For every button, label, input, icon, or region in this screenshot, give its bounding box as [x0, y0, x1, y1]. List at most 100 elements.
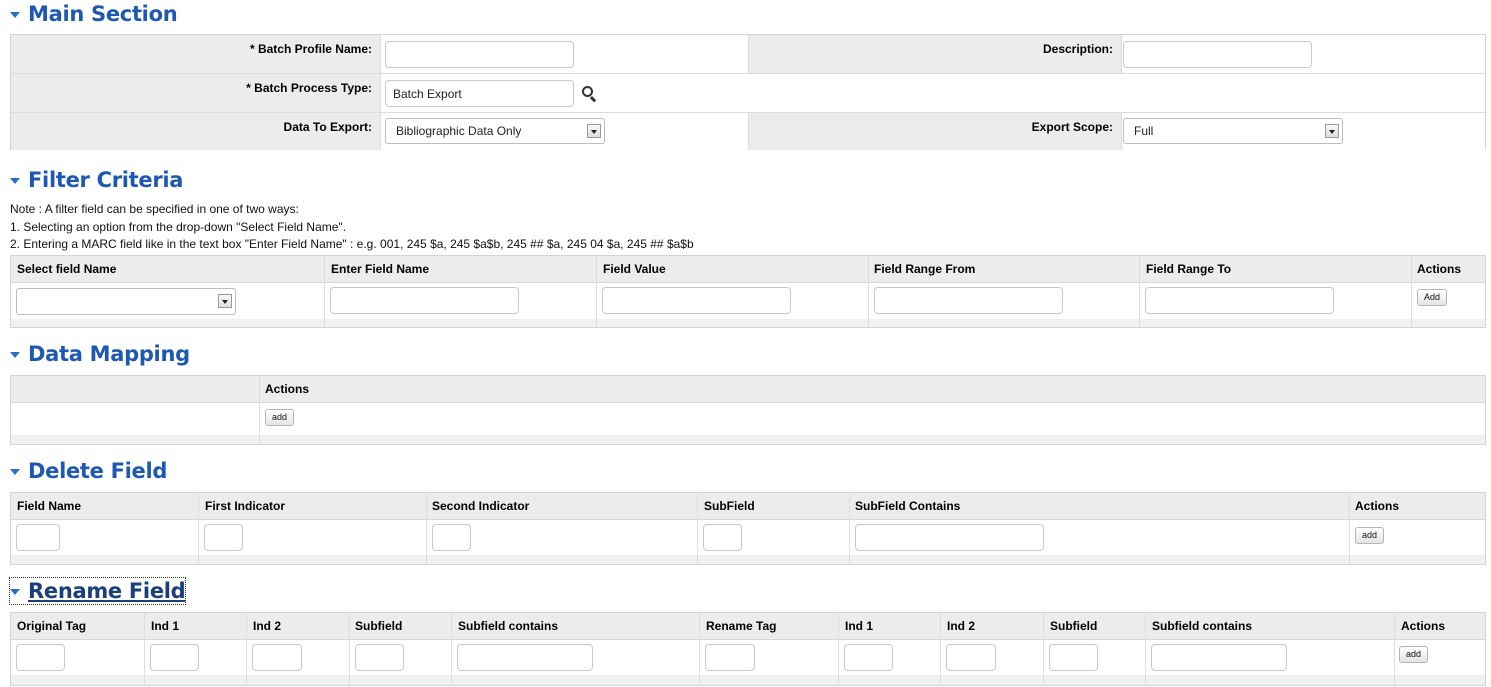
table-header: Field Name First Indicator Second Indica…	[11, 493, 1485, 520]
column-header: Field Value	[603, 262, 666, 276]
batch-process-type-input[interactable]	[385, 80, 574, 107]
filter-note-line: Note : A filter field can be specified i…	[10, 202, 299, 216]
description-input[interactable]	[1123, 41, 1312, 68]
filter-note-line: 2. Entering a MARC field like in the tex…	[10, 237, 694, 251]
column-divider	[699, 613, 700, 685]
delete-field-header[interactable]: Delete Field	[10, 458, 167, 484]
column-divider	[1139, 256, 1140, 327]
column-divider	[1411, 256, 1412, 327]
description-label-cell: Description:	[749, 35, 1122, 73]
first-indicator-input[interactable]	[204, 524, 243, 551]
column-header: Ind 2	[947, 619, 976, 633]
enter-field-name-input[interactable]	[330, 287, 519, 314]
column-header: Ind 1	[845, 619, 874, 633]
delete-field-title: Delete Field	[28, 459, 168, 483]
table-header: Select field Name Enter Field Name Field…	[11, 256, 1485, 283]
column-divider	[1043, 613, 1044, 685]
column-header: First Indicator	[205, 499, 286, 513]
column-header: Actions	[1417, 262, 1462, 276]
column-header: Rename Tag	[706, 619, 777, 633]
column-header: Field Range To	[1146, 262, 1232, 276]
table-row: Add	[11, 283, 1485, 320]
rename-field-header[interactable]: Rename Field	[8, 577, 187, 605]
export-scope-label-cell: Export Scope:	[749, 113, 1122, 150]
filter-note-line: 1. Selecting an option from the drop-dow…	[10, 219, 347, 234]
subfield-contains-input[interactable]	[457, 644, 593, 671]
chevron-down-icon	[587, 124, 601, 138]
add-delete-field-button[interactable]: add	[1355, 527, 1385, 544]
export-scope-cell: Full	[1122, 113, 1485, 150]
table-row: add	[11, 403, 1485, 436]
select-field-name-dropdown[interactable]	[16, 288, 236, 315]
rename-subfield-input[interactable]	[1049, 644, 1098, 671]
column-divider	[324, 256, 325, 327]
rename-field-table: Original Tag Ind 1 Ind 2 Subfield Subfie…	[10, 612, 1486, 686]
column-divider	[1349, 493, 1350, 564]
triangle-down-icon	[10, 469, 20, 475]
field-name-input[interactable]	[16, 524, 60, 551]
batch-profile-name-input[interactable]	[385, 41, 574, 68]
rename-subfield-contains-input[interactable]	[1151, 644, 1287, 671]
batch-profile-name-label: * Batch Profile Name:	[249, 42, 372, 56]
description-label: Description:	[1042, 42, 1113, 56]
description-cell	[1122, 35, 1485, 73]
column-header: Ind 1	[151, 619, 180, 633]
batch-profile-name-cell	[381, 35, 749, 73]
chevron-down-icon	[218, 294, 232, 308]
subfield-input[interactable]	[355, 644, 404, 671]
column-divider	[144, 613, 145, 685]
column-header: Field Name	[17, 499, 82, 513]
original-tag-input[interactable]	[16, 644, 65, 671]
filter-criteria-header[interactable]: Filter Criteria	[10, 167, 183, 193]
data-to-export-cell: Bibliographic Data Only	[381, 113, 749, 150]
column-divider	[1145, 613, 1146, 685]
table-row: add	[11, 640, 1485, 676]
field-range-from-input[interactable]	[874, 287, 1063, 314]
ind1-input[interactable]	[150, 644, 199, 671]
data-mapping-title: Data Mapping	[28, 342, 190, 366]
ind2-input[interactable]	[252, 644, 302, 671]
data-mapping-header[interactable]: Data Mapping	[10, 341, 190, 367]
data-to-export-value: Bibliographic Data Only	[396, 124, 522, 138]
table-footer	[11, 555, 1485, 564]
column-divider	[451, 613, 452, 685]
batch-profile-name-label-cell: * Batch Profile Name:	[11, 35, 381, 73]
column-divider	[849, 493, 850, 564]
column-divider	[426, 493, 427, 564]
table-footer	[11, 675, 1485, 685]
add-rename-field-button[interactable]: add	[1399, 646, 1429, 663]
table-row: add	[11, 520, 1485, 556]
delete-field-table: Field Name First Indicator Second Indica…	[10, 492, 1486, 565]
export-scope-label: Export Scope:	[1031, 120, 1113, 134]
column-divider	[868, 256, 869, 327]
subfield-contains-input[interactable]	[855, 524, 1044, 551]
field-value-input[interactable]	[602, 287, 791, 314]
column-divider	[349, 613, 350, 685]
rename-ind2-input[interactable]	[946, 644, 996, 671]
column-header: Enter Field Name	[331, 262, 430, 276]
add-filter-button[interactable]: Add	[1417, 289, 1448, 306]
data-to-export-select[interactable]: Bibliographic Data Only	[385, 118, 605, 144]
column-header: Actions	[1401, 619, 1446, 633]
column-header: Select field Name	[17, 262, 117, 276]
second-indicator-input[interactable]	[432, 524, 471, 551]
column-divider	[259, 376, 260, 444]
main-row-2: * Batch Process Type:	[11, 74, 1485, 112]
add-mapping-button[interactable]: add	[265, 409, 295, 426]
main-section-header[interactable]: Main Section	[10, 1, 178, 27]
search-icon[interactable]	[581, 85, 599, 103]
column-divider	[1394, 613, 1395, 685]
export-scope-value: Full	[1134, 124, 1154, 138]
field-range-to-input[interactable]	[1145, 287, 1334, 314]
column-header: Subfield	[355, 619, 403, 633]
rename-ind1-input[interactable]	[844, 644, 893, 671]
rename-tag-input[interactable]	[705, 644, 755, 671]
column-divider	[940, 613, 941, 685]
batch-process-type-cell	[381, 74, 1485, 112]
main-section-title: Main Section	[28, 2, 178, 26]
filter-criteria-table: Select field Name Enter Field Name Field…	[10, 255, 1486, 328]
export-scope-select[interactable]: Full	[1123, 118, 1343, 144]
chevron-down-icon	[1325, 124, 1339, 138]
subfield-input[interactable]	[703, 524, 742, 551]
column-divider	[246, 613, 247, 685]
